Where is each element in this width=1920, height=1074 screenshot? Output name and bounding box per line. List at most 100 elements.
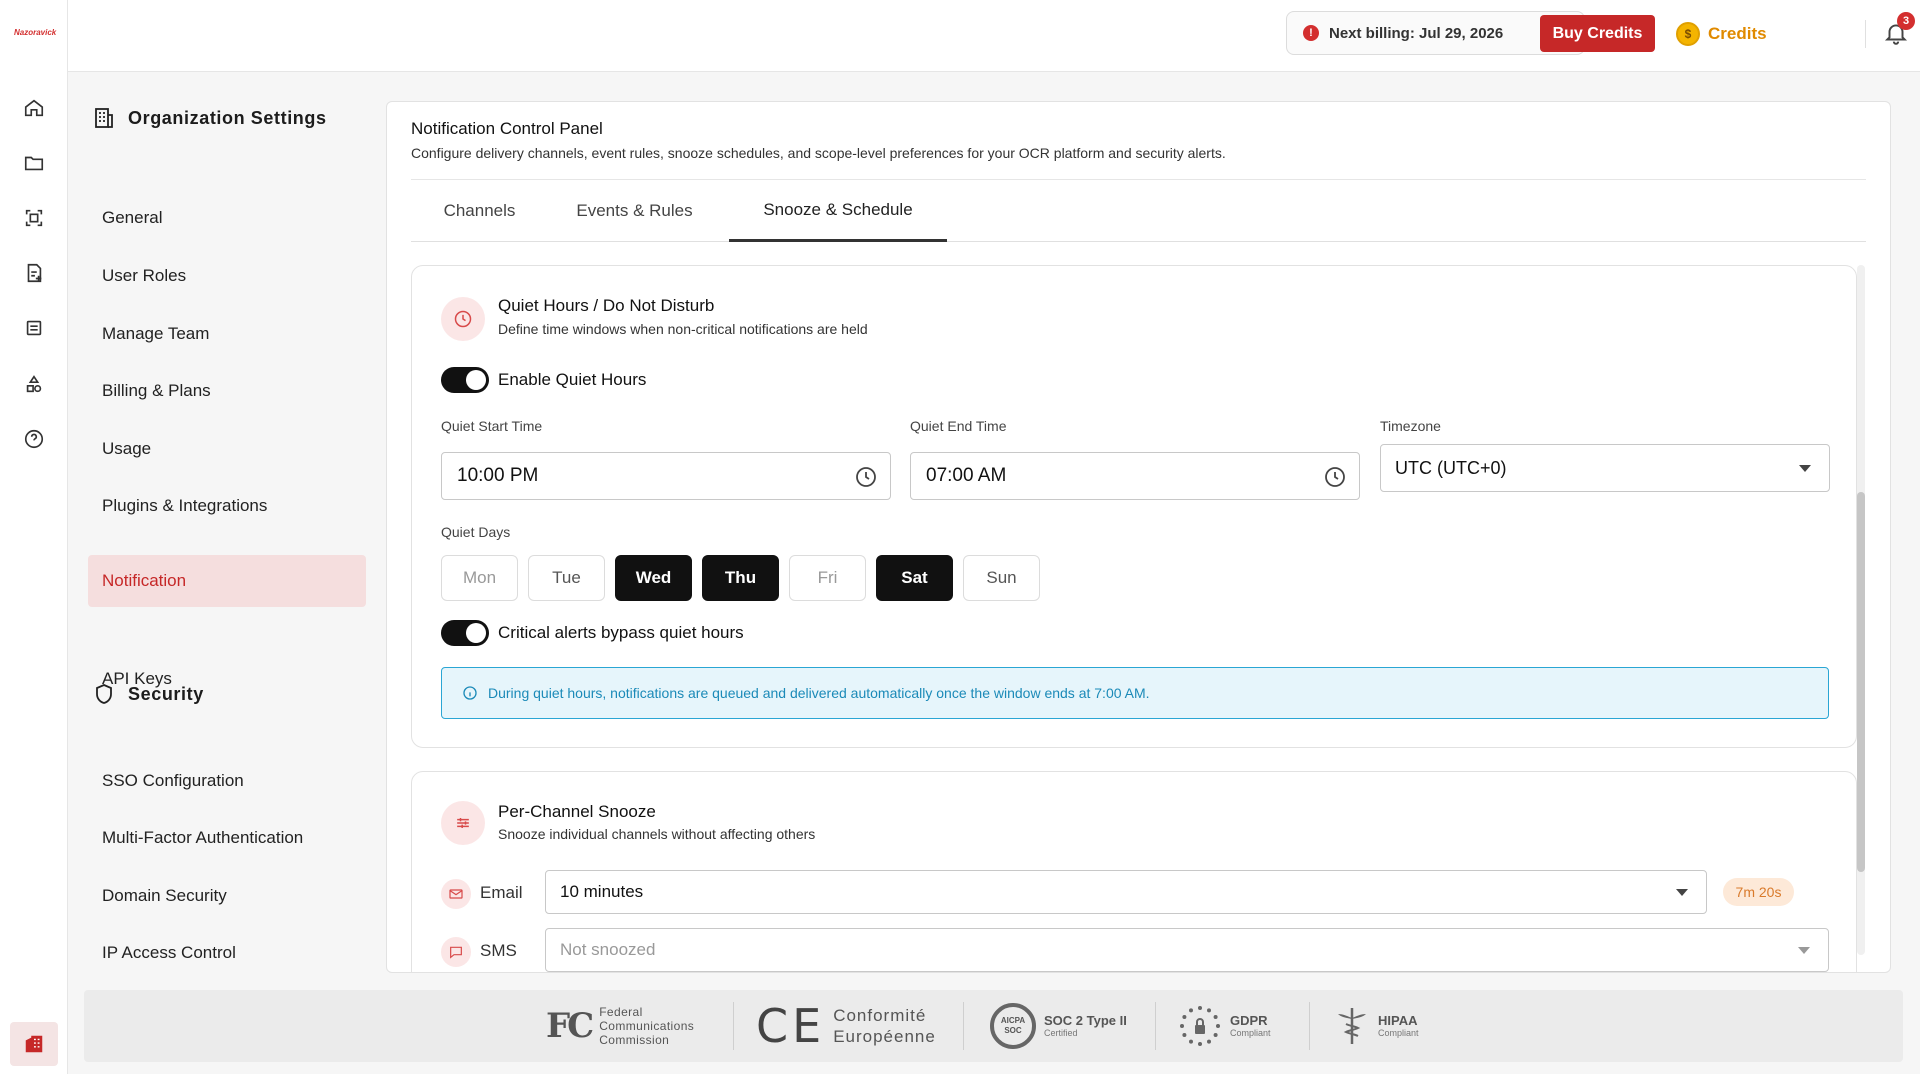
credits-label: Credits	[1708, 24, 1767, 43]
email-snooze-select[interactable]: 10 minutes	[545, 870, 1707, 914]
nav-item-user-roles[interactable]: User Roles	[88, 250, 366, 302]
tab-bar: Channels Events & Rules Snooze & Schedul…	[411, 180, 1866, 242]
topbar-divider	[1865, 20, 1866, 48]
list-icon[interactable]	[22, 316, 46, 340]
gdpr-title: GDPR	[1230, 1013, 1268, 1028]
help-circle-icon[interactable]	[22, 427, 46, 451]
nav-item-general[interactable]: General	[88, 192, 366, 244]
gdpr-stars-lock-icon	[1180, 1006, 1220, 1046]
sms-snooze-value: Not snoozed	[560, 940, 656, 959]
nav-item-multi-factor-authentication[interactable]: Multi-Factor Authentication	[88, 812, 366, 864]
sms-snooze-select[interactable]: Not snoozed	[545, 928, 1829, 972]
critical-bypass-toggle[interactable]	[441, 620, 489, 646]
scrollbar-thumb[interactable]	[1857, 492, 1865, 872]
soc2-subtitle: Certified	[1044, 1028, 1078, 1038]
tab-channels[interactable]: Channels	[411, 180, 548, 242]
credits-link[interactable]: $ Credits	[1676, 20, 1767, 48]
day-toggle-sat[interactable]: Sat	[876, 555, 953, 601]
coin-icon: $	[1676, 22, 1700, 46]
mail-icon	[441, 879, 471, 909]
fcc-badge: FC Federal Communications Commission	[546, 990, 694, 1062]
per-channel-snooze-subtitle: Snooze individual channels without affec…	[498, 826, 816, 842]
caduceus-icon	[1338, 1008, 1366, 1044]
organization-settings-title: Organization Settings	[128, 107, 327, 128]
nav-item-notification[interactable]: Notification	[88, 555, 366, 607]
quiet-end-label: Quiet End Time	[910, 418, 1007, 434]
scan-icon[interactable]	[22, 206, 46, 230]
chevron-down-icon	[1798, 947, 1810, 954]
tab-content-scroll-area[interactable]: Quiet Hours / Do Not Disturb Define time…	[411, 265, 1868, 972]
per-channel-snooze-title: Per-Channel Snooze	[498, 802, 656, 821]
nav-item-usage[interactable]: Usage	[88, 423, 366, 475]
nav-item-billing-plans[interactable]: Billing & Plans	[88, 365, 366, 417]
quiet-start-value: 10:00 PM	[457, 465, 539, 486]
nav-item-sso-configuration[interactable]: SSO Configuration	[88, 755, 366, 807]
gdpr-subtitle: Compliant	[1230, 1028, 1271, 1038]
quiet-hours-card: Quiet Hours / Do Not Disturb Define time…	[411, 265, 1857, 748]
quiet-start-time-input[interactable]: 10:00 PM	[441, 452, 891, 500]
notifications-button[interactable]: 3	[1883, 12, 1915, 48]
home-icon[interactable]	[22, 96, 46, 120]
enable-quiet-hours-toggle[interactable]	[441, 367, 489, 393]
app-logo[interactable]: Nazoravick	[14, 28, 56, 37]
quiet-hours-subtitle: Define time windows when non-critical no…	[498, 321, 868, 337]
quiet-hours-info-banner: During quiet hours, notifications are qu…	[441, 667, 1829, 719]
quiet-hours-title: Quiet Hours / Do Not Disturb	[498, 296, 715, 315]
fcc-line-2: Communications	[599, 1019, 695, 1033]
hipaa-subtitle: Compliant	[1378, 1028, 1419, 1038]
nav-item-domain-security[interactable]: Domain Security	[88, 870, 366, 922]
soc2-badge: AICPA SOC SOC 2 Type II Certified	[990, 990, 1127, 1062]
aicpa-label: AICPA	[1000, 1016, 1026, 1025]
building-icon	[95, 108, 113, 128]
ce-line-1: Conformité	[833, 1006, 927, 1025]
quiet-end-time-input[interactable]: 07:00 AM	[910, 452, 1360, 500]
chevron-down-icon	[1676, 889, 1688, 896]
soc-label: SOC	[1004, 1026, 1022, 1035]
gdpr-badge: GDPR Compliant	[1178, 990, 1271, 1062]
day-toggle-tue[interactable]: Tue	[528, 555, 605, 601]
timezone-label: Timezone	[1380, 418, 1441, 434]
channel-name-email: Email	[480, 883, 523, 902]
day-toggle-thu[interactable]: Thu	[702, 555, 779, 601]
info-text: During quiet hours, notifications are qu…	[488, 685, 1150, 701]
compliance-footer: FC Federal Communications Commission CE …	[84, 990, 1903, 1062]
folder-icon[interactable]	[22, 151, 46, 175]
ce-badge: CE Conformité Européenne	[756, 990, 936, 1062]
aicpa-soc-logo: AICPA SOC	[990, 1003, 1036, 1049]
footer-divider	[1309, 1002, 1310, 1050]
day-toggle-sun[interactable]: Sun	[963, 555, 1040, 601]
alert-icon: !	[1303, 25, 1319, 41]
hipaa-title: HIPAA	[1378, 1013, 1418, 1028]
chat-bubble-icon	[441, 937, 471, 967]
quiet-end-value: 07:00 AM	[926, 465, 1007, 486]
timezone-value: UTC (UTC+0)	[1395, 457, 1507, 478]
tab-snooze-schedule[interactable]: Snooze & Schedule	[729, 180, 947, 242]
soc2-title: SOC 2 Type II	[1044, 1013, 1127, 1028]
icon-rail: Nazoravick	[0, 0, 68, 1074]
snooze-countdown-badge: 7m 20s	[1723, 878, 1794, 906]
buy-credits-button[interactable]: Buy Credits	[1540, 15, 1655, 52]
day-toggle-fri[interactable]: Fri	[789, 555, 866, 601]
channel-name-sms: SMS	[480, 941, 517, 960]
clock-icon	[441, 297, 485, 341]
clock-icon[interactable]	[854, 465, 878, 489]
enable-quiet-hours-label: Enable Quiet Hours	[498, 370, 647, 389]
billing-text: Next billing: Jul 29, 2026	[1329, 24, 1504, 42]
timezone-select[interactable]: UTC (UTC+0)	[1380, 444, 1830, 492]
nav-item-ip-access-control[interactable]: IP Access Control	[88, 927, 366, 979]
document-add-icon[interactable]	[22, 261, 46, 285]
tab-events-rules[interactable]: Events & Rules	[548, 180, 721, 242]
nav-item-manage-team[interactable]: Manage Team	[88, 308, 366, 360]
fcc-line-1: Federal	[599, 1005, 643, 1019]
quiet-days-label: Quiet Days	[441, 524, 511, 540]
day-toggle-mon[interactable]: Mon	[441, 555, 518, 601]
security-heading: Security	[92, 682, 204, 706]
hipaa-badge: HIPAA Compliant	[1334, 990, 1419, 1062]
shapes-icon[interactable]	[22, 372, 46, 396]
ce-logo: CE	[756, 999, 826, 1053]
day-toggle-wed[interactable]: Wed	[615, 555, 692, 601]
clock-icon[interactable]	[1323, 465, 1347, 489]
nav-item-plugins-integrations[interactable]: Plugins & Integrations	[88, 480, 366, 532]
organization-icon[interactable]	[10, 1022, 58, 1066]
fcc-logo: FC	[546, 1006, 594, 1046]
